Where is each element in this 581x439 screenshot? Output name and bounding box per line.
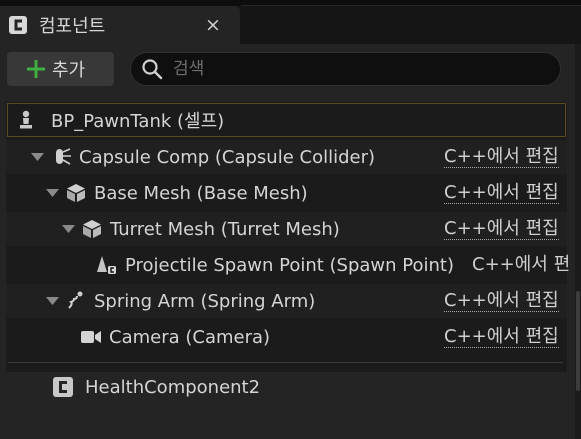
tree-item-label: Base Mesh (Base Mesh)	[94, 182, 308, 204]
close-tab-icon[interactable]: ×	[205, 14, 221, 36]
chevron-down-icon[interactable]	[31, 152, 44, 162]
cpp-class-icon	[9, 16, 27, 34]
search-icon	[142, 59, 163, 80]
tree-item-label: Turret Mesh (Turret Mesh)	[110, 218, 340, 240]
pawn-actor-icon	[20, 110, 32, 129]
tree-item-label: Capsule Comp (Capsule Collider)	[79, 146, 376, 168]
component-list-item[interactable]: HealthComponent2	[52, 376, 260, 398]
capsule-collider-icon	[56, 148, 71, 165]
tab-title: 컴포넌트	[39, 16, 106, 37]
edit-in-cpp-link[interactable]: C++에서 편집	[444, 183, 559, 204]
tree-root-row[interactable]: BP_PawnTank (셀프)	[7, 103, 566, 137]
tree-item-label: Camera (Camera)	[109, 326, 271, 348]
tree-item-label: Spring Arm (Spring Arm)	[94, 290, 316, 312]
edit-in-cpp-link[interactable]: C++에서 편집	[444, 327, 559, 348]
chevron-down-icon[interactable]	[46, 188, 59, 198]
edit-in-cpp-link[interactable]: C++에서 편집	[444, 291, 559, 312]
chevron-down-icon[interactable]	[46, 296, 59, 306]
plus-icon	[27, 60, 45, 78]
edit-in-cpp-link[interactable]: C++에서 편집	[444, 147, 559, 168]
tree-item-camera[interactable]: Camera (Camera) C++에서 편집	[6, 320, 567, 354]
tree-item-projectile-spawn-point[interactable]: Projectile Spawn Point (Spawn Point) C++…	[6, 248, 570, 282]
divider	[8, 362, 563, 363]
edit-in-cpp-link[interactable]: C++에서 편	[472, 255, 570, 275]
add-button-label: 추가	[52, 60, 86, 81]
chevron-down-icon[interactable]	[62, 224, 75, 234]
search-input[interactable]	[173, 59, 533, 79]
scrollbar[interactable]	[575, 44, 581, 439]
component-list-item-label: HealthComponent2	[85, 376, 261, 398]
static-mesh-icon	[67, 184, 85, 202]
add-component-button[interactable]: 추가	[7, 52, 114, 86]
tree-item-capsule-comp[interactable]: Capsule Comp (Capsule Collider) C++에서 편집	[6, 140, 567, 174]
tree-item-base-mesh[interactable]: Base Mesh (Base Mesh) C++에서 편집	[6, 176, 567, 210]
cpp-class-icon	[53, 377, 73, 397]
tree-root-label: BP_PawnTank (셀프)	[51, 111, 225, 132]
tree-item-spring-arm[interactable]: Spring Arm (Spring Arm) C++에서 편집	[6, 284, 567, 318]
scrollbar-thumb[interactable]	[576, 291, 580, 391]
camera-icon	[81, 331, 101, 343]
edit-in-cpp-link[interactable]: C++에서 편집	[444, 219, 559, 240]
components-tab[interactable]: 컴포넌트 ×	[0, 6, 240, 44]
search-box[interactable]	[130, 52, 561, 86]
static-mesh-icon	[83, 220, 101, 238]
spring-arm-icon	[68, 291, 83, 309]
scene-component-icon	[97, 256, 116, 274]
tree-item-turret-mesh[interactable]: Turret Mesh (Turret Mesh) C++에서 편집	[6, 212, 567, 246]
tree-item-label: Projectile Spawn Point (Spawn Point)	[125, 254, 455, 276]
